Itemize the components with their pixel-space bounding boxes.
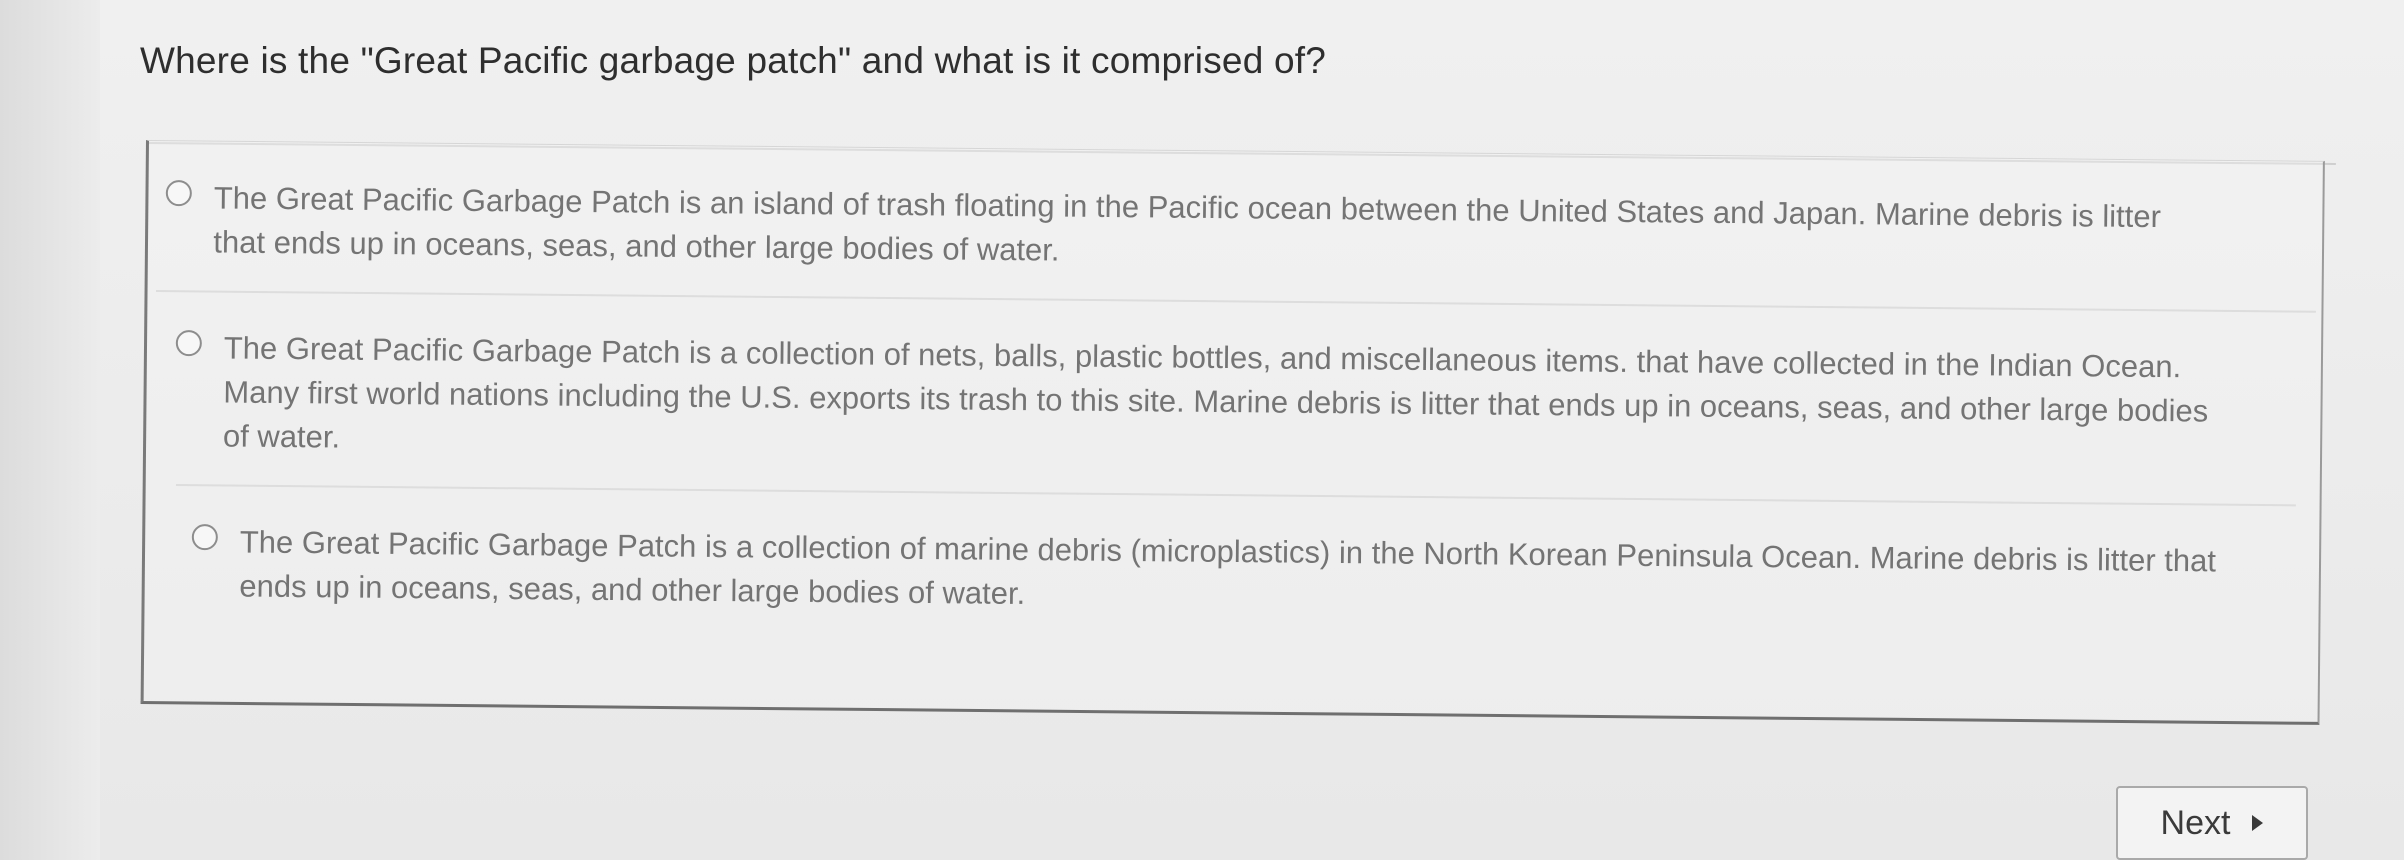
quiz-page: Where is the "Great Pacific garbage patc… [0, 0, 2404, 860]
left-panel-edge [0, 0, 100, 860]
question-title: Where is the "Great Pacific garbage patc… [140, 40, 1326, 81]
triangle-right-icon [2252, 815, 2264, 831]
next-button-label: Next [2160, 803, 2231, 842]
answer-options-panel [140, 140, 2325, 725]
next-button[interactable]: Next [2116, 786, 2308, 860]
